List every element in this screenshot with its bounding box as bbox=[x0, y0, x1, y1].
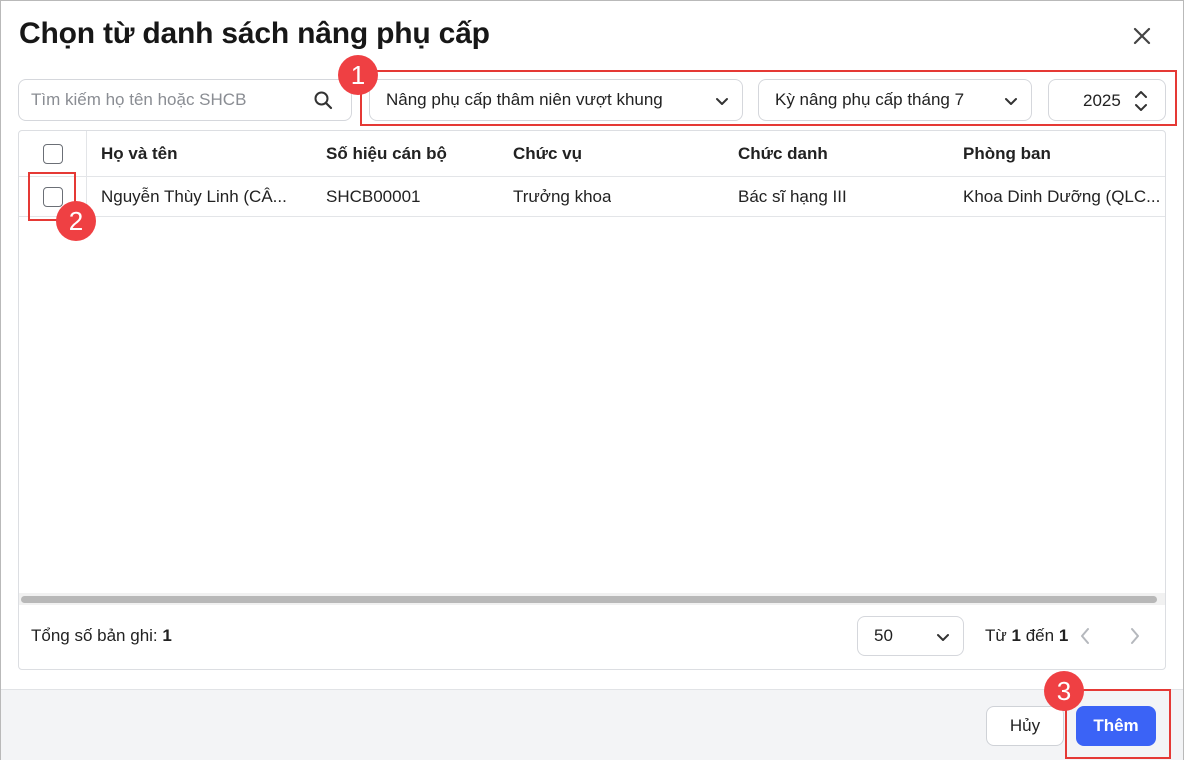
from-value: 1 bbox=[1011, 626, 1021, 645]
cell-title: Bác sĩ hạng III bbox=[738, 186, 847, 206]
cell-position: Trưởng khoa bbox=[513, 186, 612, 206]
select-all-checkbox[interactable] bbox=[42, 143, 63, 164]
column-header-name[interactable]: Họ và tên bbox=[101, 131, 178, 176]
search-box bbox=[18, 79, 352, 121]
horizontal-scrollbar[interactable] bbox=[19, 593, 1165, 605]
chevron-right-icon bbox=[1131, 628, 1139, 644]
total-value: 1 bbox=[162, 626, 172, 645]
column-header-code[interactable]: Số hiệu cán bộ bbox=[326, 131, 447, 176]
from-label: Từ bbox=[985, 626, 1007, 645]
column-header-position[interactable]: Chức vụ bbox=[513, 131, 582, 176]
to-label: đến bbox=[1025, 626, 1055, 645]
cell-code: SHCB00001 bbox=[326, 186, 421, 206]
chevron-left-icon bbox=[1081, 628, 1089, 644]
page-size-value: 50 bbox=[874, 626, 893, 645]
to-value: 1 bbox=[1058, 626, 1069, 645]
page-size-select[interactable]: 50 bbox=[857, 616, 964, 656]
close-icon bbox=[1133, 27, 1151, 45]
chevron-down-icon bbox=[937, 634, 949, 641]
close-button[interactable] bbox=[1125, 19, 1159, 53]
column-header-department[interactable]: Phòng ban bbox=[963, 131, 1051, 176]
dialog-title: Chọn từ danh sách nâng phụ cấp bbox=[19, 17, 490, 50]
prev-page-button[interactable] bbox=[1073, 623, 1097, 649]
cell-department: Khoa Dinh Dưỡng (QLC... bbox=[963, 186, 1159, 206]
column-header-title[interactable]: Chức danh bbox=[738, 131, 828, 176]
next-page-button[interactable] bbox=[1123, 623, 1147, 649]
search-input[interactable] bbox=[31, 80, 311, 120]
select-all-cell bbox=[19, 131, 87, 176]
search-icon[interactable] bbox=[313, 90, 333, 110]
scrollbar-thumb[interactable] bbox=[21, 596, 1157, 603]
dialog: Chọn từ danh sách nâng phụ cấp Nâng phụ … bbox=[0, 0, 1184, 760]
annotation-badge-2: 2 bbox=[56, 201, 96, 241]
cancel-button[interactable]: Hủy bbox=[986, 706, 1064, 746]
table-row[interactable]: Nguyễn Thùy Linh (CÂ... SHCB00001 Trưởng… bbox=[19, 177, 1165, 217]
staff-table: Họ và tên Số hiệu cán bộ Chức vụ Chức da… bbox=[18, 130, 1166, 670]
cell-name: Nguyễn Thùy Linh (CÂ... bbox=[101, 186, 287, 206]
annotation-badge-1: 1 bbox=[338, 55, 378, 95]
total-label: Tổng số bản ghi: bbox=[31, 626, 158, 645]
annotation-highlight-filters bbox=[360, 70, 1177, 126]
annotation-badge-3: 3 bbox=[1044, 671, 1084, 711]
page-range: Từ 1 đến 1 bbox=[985, 626, 1068, 646]
total-records: Tổng số bản ghi: 1 bbox=[31, 626, 172, 646]
table-header: Họ và tên Số hiệu cán bộ Chức vụ Chức da… bbox=[19, 131, 1165, 177]
